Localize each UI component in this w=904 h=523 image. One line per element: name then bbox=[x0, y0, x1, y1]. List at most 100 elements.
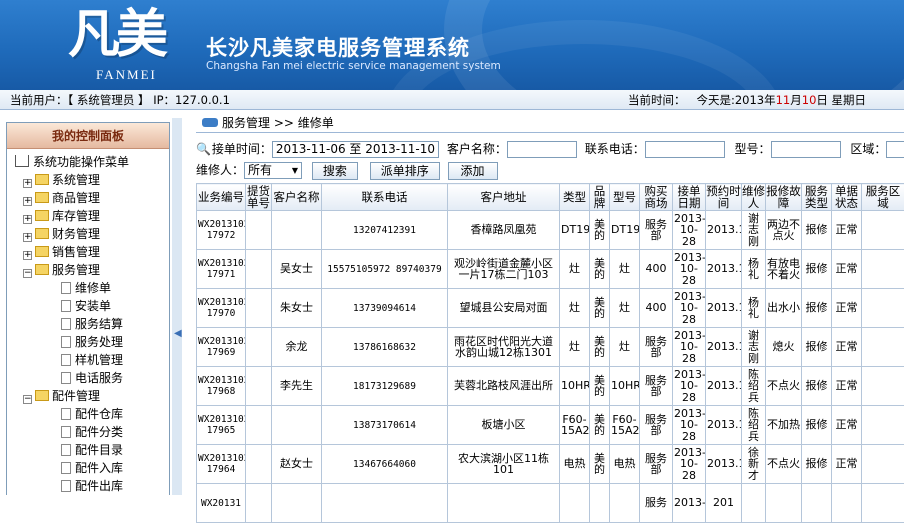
table-cell bbox=[246, 445, 272, 484]
table-cell bbox=[272, 211, 322, 250]
col-header[interactable]: 客户地址 bbox=[448, 184, 560, 211]
page-icon bbox=[61, 480, 71, 492]
model-input[interactable] bbox=[771, 141, 841, 158]
table-cell: 服务 bbox=[640, 484, 673, 523]
table-cell: WX20131028-17971 bbox=[197, 250, 246, 289]
menu-item-sample-machine[interactable]: 样机管理 bbox=[15, 351, 169, 369]
table-row[interactable]: WX20131028-17969余龙13786168632雨花区时代阳光大道水韵… bbox=[197, 328, 904, 367]
expand-icon[interactable]: + bbox=[23, 179, 32, 188]
expand-icon[interactable]: + bbox=[23, 233, 32, 242]
expand-icon[interactable]: + bbox=[23, 215, 32, 224]
table-cell bbox=[742, 484, 766, 523]
menu-item-phone-service[interactable]: 电话服务 bbox=[15, 369, 169, 387]
table-cell: 正常 bbox=[832, 289, 862, 328]
collapse-icon[interactable]: − bbox=[23, 269, 32, 278]
repairer-select[interactable]: 所有▼ bbox=[244, 162, 302, 179]
menu-group-sales[interactable]: +销售管理 bbox=[15, 243, 169, 261]
phone-input[interactable] bbox=[645, 141, 725, 158]
table-cell: 报修 bbox=[802, 250, 832, 289]
table-row[interactable]: WX20131服务2013-201 bbox=[197, 484, 904, 523]
col-header[interactable]: 服务类型 bbox=[802, 184, 832, 211]
table-cell: 灶 bbox=[560, 250, 590, 289]
main-content: 服务管理 >> 维修单 🔍 接单时间：2013-11-06 至 2013-11-… bbox=[196, 113, 904, 495]
table-row[interactable]: WX20131028-17971吴女士15575105972 89740379观… bbox=[197, 250, 904, 289]
table-cell: 2013-10-28 bbox=[673, 367, 706, 406]
menu-item-install-order[interactable]: 安装单 bbox=[15, 297, 169, 315]
table-cell bbox=[862, 250, 904, 289]
system-title: 长沙凡美家电服务管理系统 bbox=[206, 32, 470, 62]
logo-text: FANMEI bbox=[96, 67, 157, 83]
dispatch-sort-button[interactable]: 派单排序 bbox=[370, 162, 440, 180]
table-row[interactable]: WX20131028-1796513873170614板塘小区F60-15A2美… bbox=[197, 406, 904, 445]
col-header[interactable]: 维修人 bbox=[742, 184, 766, 211]
chevron-down-icon[interactable]: ▼ bbox=[292, 163, 298, 178]
menu-group-goods[interactable]: +商品管理 bbox=[15, 189, 169, 207]
date-range-field[interactable]: 2013-11-06 至 2013-11-10 bbox=[272, 141, 439, 158]
table-cell bbox=[862, 328, 904, 367]
table-cell: 服务部 bbox=[640, 445, 673, 484]
table-cell: 正常 bbox=[832, 211, 862, 250]
col-header[interactable]: 接单日期 bbox=[673, 184, 706, 211]
col-header[interactable]: 业务编号 bbox=[197, 184, 246, 211]
col-header[interactable]: 服务区域 bbox=[862, 184, 904, 211]
page-icon bbox=[61, 282, 71, 294]
area-input[interactable] bbox=[886, 141, 904, 158]
menu-group-finance[interactable]: +财务管理 bbox=[15, 225, 169, 243]
table-cell: 服务部 bbox=[640, 406, 673, 445]
table-row[interactable]: WX20131028-1797213207412391香樟路凤凰苑DT19美的D… bbox=[197, 211, 904, 250]
open-folder-icon bbox=[35, 390, 49, 401]
menu-group-service[interactable]: −服务管理 bbox=[15, 261, 169, 279]
menu-root[interactable]: 系统功能操作菜单 bbox=[15, 153, 169, 171]
menu-item-parts-catalog[interactable]: 配件目录 bbox=[15, 441, 169, 459]
col-header[interactable]: 客户名称 bbox=[272, 184, 322, 211]
table-cell: 正常 bbox=[832, 328, 862, 367]
table-cell bbox=[322, 484, 448, 523]
repairer-label: 维修人： bbox=[196, 163, 244, 177]
table-cell: 美的 bbox=[590, 211, 610, 250]
collapse-arrow-icon[interactable]: ◀ bbox=[174, 328, 182, 339]
table-cell bbox=[862, 445, 904, 484]
panel-splitter[interactable]: ◀ bbox=[172, 118, 182, 495]
col-header[interactable]: 型号 bbox=[610, 184, 640, 211]
col-header[interactable]: 提货单号 bbox=[246, 184, 272, 211]
table-cell: 2013.10.29 bbox=[706, 445, 742, 484]
table-cell: 不加热 bbox=[766, 406, 802, 445]
table-cell: 杨礼 bbox=[742, 289, 766, 328]
menu-item-service-handling[interactable]: 服务处理 bbox=[15, 333, 169, 351]
menu-group-parts[interactable]: −配件管理 bbox=[15, 387, 169, 405]
menu-item-parts-category[interactable]: 配件分类 bbox=[15, 423, 169, 441]
col-header[interactable]: 单据状态 bbox=[832, 184, 862, 211]
expand-icon[interactable]: + bbox=[23, 251, 32, 260]
col-header[interactable]: 品牌 bbox=[590, 184, 610, 211]
table-cell: 正常 bbox=[832, 367, 862, 406]
menu-item-parts-warehouse[interactable]: 配件仓库 bbox=[15, 405, 169, 423]
menu-item-repair-order[interactable]: 维修单 bbox=[15, 279, 169, 297]
table-cell: 香樟路凤凰苑 bbox=[448, 211, 560, 250]
table-row[interactable]: WX20131028-17970朱女士13739094614望城县公安局对面灶美… bbox=[197, 289, 904, 328]
col-header[interactable]: 报修故障 bbox=[766, 184, 802, 211]
table-row[interactable]: WX20131028-17968李先生18173129689芙蓉北路枝风涯出所1… bbox=[197, 367, 904, 406]
collapse-icon[interactable]: − bbox=[23, 395, 32, 404]
menu-item-parts-outbound[interactable]: 配件出库 bbox=[15, 477, 169, 495]
menu-item-parts-inbound[interactable]: 配件入库 bbox=[15, 459, 169, 477]
search-button[interactable]: 搜索 bbox=[312, 162, 358, 180]
menu-item-service-settlement[interactable]: 服务结算 bbox=[15, 315, 169, 333]
table-cell: 2013.10.29 bbox=[706, 406, 742, 445]
col-header[interactable]: 类型 bbox=[560, 184, 590, 211]
table-cell: 雨花区时代阳光大道水韵山城12栋1301 bbox=[448, 328, 560, 367]
table-row[interactable]: WX20131028-17964赵女士13467664060农大滨湖小区11栋1… bbox=[197, 445, 904, 484]
col-header[interactable]: 预约时间 bbox=[706, 184, 742, 211]
table-cell: 美的 bbox=[590, 328, 610, 367]
col-header[interactable]: 购买商场 bbox=[640, 184, 673, 211]
table-cell bbox=[862, 367, 904, 406]
table-cell: WX20131028-17964 bbox=[197, 445, 246, 484]
col-header[interactable]: 联系电话 bbox=[322, 184, 448, 211]
add-button[interactable]: 添加 bbox=[448, 162, 498, 180]
table-cell: 2013-10-28 bbox=[673, 250, 706, 289]
customer-name-input[interactable] bbox=[507, 141, 577, 158]
menu-group-inventory[interactable]: +库存管理 bbox=[15, 207, 169, 225]
menu-group-system[interactable]: +系统管理 bbox=[15, 171, 169, 189]
table-cell: F60-15A2 bbox=[560, 406, 590, 445]
expand-icon[interactable]: + bbox=[23, 197, 32, 206]
table-cell: 徐新才 bbox=[742, 445, 766, 484]
